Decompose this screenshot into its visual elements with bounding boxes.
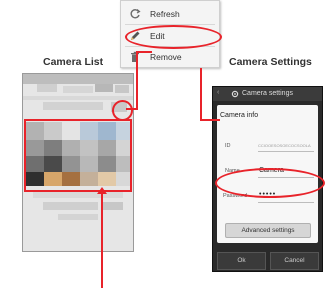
- menu-item-refresh[interactable]: Refresh: [121, 4, 219, 24]
- password-underline: [258, 202, 314, 203]
- edit-highlight-ring: [125, 25, 222, 49]
- menu-button-highlight-ring: [112, 100, 133, 121]
- cancel-button[interactable]: Cancel: [270, 252, 319, 270]
- advanced-settings-button[interactable]: Advanced settings: [225, 223, 311, 238]
- section-title: Camera info: [220, 112, 259, 119]
- app-bar: ‹ Camera settings: [213, 87, 322, 101]
- menu-item-label: Refresh: [150, 9, 180, 19]
- id-label: ID: [225, 143, 231, 149]
- gear-icon: [231, 90, 239, 98]
- app-bar-title: Camera settings: [242, 90, 293, 97]
- id-value: CCIOOESOSOECOCSOOLA: [258, 143, 311, 148]
- menu-item-label: Remove: [150, 52, 182, 62]
- ok-button[interactable]: Ok: [217, 252, 266, 270]
- refresh-icon: [130, 9, 141, 19]
- camera-item-highlight-box: [24, 119, 132, 192]
- back-chevron-icon[interactable]: ‹: [217, 89, 219, 96]
- password-highlight-ring: [215, 168, 325, 198]
- camera-settings-title: Camera Settings: [229, 56, 312, 68]
- camera-list-title: Camera List: [43, 56, 104, 68]
- id-underline: [258, 151, 314, 152]
